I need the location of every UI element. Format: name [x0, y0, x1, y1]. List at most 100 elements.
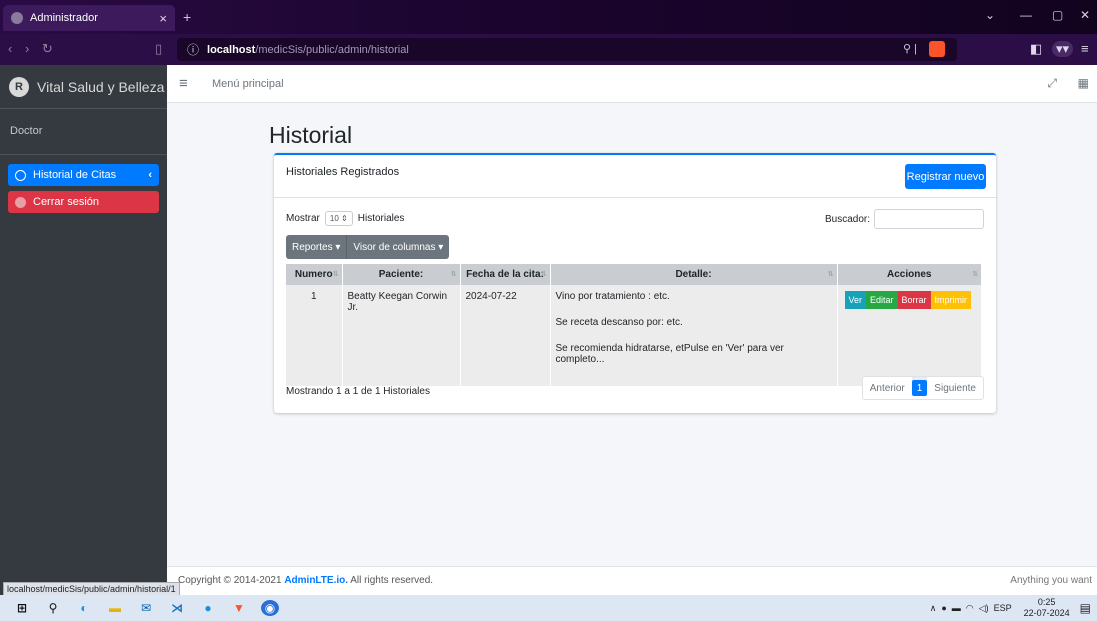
pagination: Anterior 1 Siguiente: [861, 376, 984, 400]
clock-icon: [15, 169, 26, 181]
logout-icon: [15, 196, 26, 208]
top-navbar: ≡ Menú principal ⤢ ▦: [167, 65, 1097, 103]
address-bar[interactable]: ⓘ localhost/medicSis/public/admin/histor…: [177, 38, 957, 61]
cell-acciones: Ver Editar Borrar Imprimir: [837, 285, 982, 386]
search-control: Buscador:: [825, 209, 984, 229]
historial-card: Historiales Registrados Registrar nuevo …: [274, 153, 996, 413]
editar-button[interactable]: Editar: [866, 291, 898, 309]
sidebar-item-label: Cerrar sesión: [33, 196, 100, 208]
fullscreen-icon[interactable]: ⤢: [1047, 76, 1057, 91]
brand-text: Vital Salud y Belleza: [37, 78, 165, 95]
col-detalle[interactable]: Detalle: ⇅: [550, 264, 838, 285]
brand-link[interactable]: R Vital Salud y Belleza: [0, 65, 167, 109]
mail-icon[interactable]: ✉: [137, 600, 155, 616]
battery-icon[interactable]: ▬: [952, 603, 961, 613]
sidebar-toggle-icon[interactable]: ◧: [1030, 41, 1042, 57]
site-info-icon[interactable]: ⓘ: [187, 41, 199, 58]
prev-page-button[interactable]: Anterior: [862, 377, 912, 399]
menu-principal-link[interactable]: Menú principal: [212, 78, 284, 90]
system-tray: ∧ ● ▬ ◠ ◁) ESP 0:25 22-07-2024 ▤: [930, 595, 1091, 621]
brave-shield-icon[interactable]: [929, 41, 945, 57]
brave-icon[interactable]: ▼: [230, 600, 248, 616]
tab-close-icon[interactable]: ×: [159, 11, 167, 26]
tray-chevron-icon[interactable]: ∧: [930, 603, 937, 614]
status-bar-url: localhost/medicSis/public/admin/historia…: [3, 582, 180, 596]
col-paciente[interactable]: Paciente: ⇅: [342, 264, 461, 285]
user-name[interactable]: Doctor: [10, 125, 42, 137]
detalle-line: Vino por tratamiento : etc.: [555, 291, 670, 302]
edge-icon[interactable]: ◐: [75, 600, 93, 616]
page-1-button[interactable]: 1: [911, 380, 928, 396]
brand-logo-icon: R: [9, 76, 29, 97]
page-length-control: Mostrar 10 ⇕ Historiales: [286, 211, 404, 226]
file-explorer-icon[interactable]: ▬: [106, 600, 124, 616]
minimize-icon[interactable]: —: [1020, 8, 1032, 22]
page-title: Historial: [269, 122, 353, 148]
cell-paciente: Beatty Keegan Corwin Jr.: [342, 285, 461, 386]
maximize-icon[interactable]: ▢: [1052, 8, 1063, 22]
col-fecha[interactable]: Fecha de la cita: ⇅: [460, 264, 551, 285]
sidebar-item-label: Historial de Citas: [33, 169, 117, 181]
imprimir-button[interactable]: Imprimir: [930, 291, 972, 309]
browser-toolbar: ‹ › ↻ ▯ ⓘ localhost/medicSis/public/admi…: [0, 34, 1097, 65]
cell-fecha: 2024-07-22: [460, 285, 551, 386]
search-icon[interactable]: ⚲ |: [903, 42, 917, 55]
reportes-button[interactable]: Reportes ▾: [286, 235, 348, 259]
registrar-nuevo-button[interactable]: Registrar nuevo: [905, 164, 986, 189]
mic-icon[interactable]: ●: [941, 603, 946, 613]
cell-numero: 1: [286, 285, 343, 386]
windows-taskbar: ⊞ ⚲ ◐ ▬ ✉ ⋊ ● ▼ ◉ ∧ ● ▬ ◠ ◁) ESP 0:25 22…: [0, 595, 1097, 621]
sidebar-item-cerrar-sesion[interactable]: Cerrar sesión: [8, 191, 159, 213]
col-numero[interactable]: Numero ⇅: [286, 264, 343, 285]
cell-detalle: Vino por tratamiento : etc. Se receta de…: [550, 285, 838, 386]
windows-start-icon[interactable]: ⊞: [13, 600, 31, 616]
language-indicator[interactable]: ESP: [994, 603, 1012, 613]
table-row: 1 Beatty Keegan Corwin Jr. 2024-07-22 Vi…: [286, 285, 982, 386]
tab-title: Administrador: [30, 12, 98, 24]
search-icon[interactable]: ⚲: [44, 600, 62, 616]
borrar-button[interactable]: Borrar: [897, 291, 931, 309]
browser-tabbar: Administrador × + ⌄ — ▢ ✕: [0, 0, 1097, 34]
visor-columnas-button[interactable]: Visor de columnas ▾: [347, 235, 450, 259]
table-header-row: Numero ⇅ Paciente: ⇅ Fecha de la cita: ⇅ De…: [286, 264, 982, 285]
browser-tab[interactable]: Administrador ×: [3, 5, 175, 31]
close-window-icon[interactable]: ✕: [1080, 8, 1090, 22]
tab-favicon-icon: [11, 12, 23, 24]
sidebar-item-historial-citas[interactable]: Historial de Citas ‹: [8, 164, 159, 186]
card-title: Historiales Registrados: [286, 166, 400, 178]
historial-table: Numero ⇅ Paciente: ⇅ Fecha de la cita: ⇅ De…: [286, 264, 982, 386]
url-path: /medicSis/public/admin/historial: [255, 43, 409, 56]
app-icon[interactable]: ●: [199, 600, 217, 616]
url-host: localhost: [207, 43, 256, 56]
reload-icon[interactable]: ↻: [42, 41, 53, 57]
forward-icon[interactable]: ›: [25, 41, 29, 56]
back-icon[interactable]: ‹: [8, 41, 12, 56]
chrome-icon[interactable]: ◉: [261, 600, 279, 616]
wallet-icon[interactable]: ▾▾: [1052, 41, 1074, 57]
search-input[interactable]: [874, 209, 984, 229]
table-info: Mostrando 1 a 1 de 1 Historiales: [286, 386, 430, 397]
chevron-left-icon: ‹: [148, 169, 152, 181]
footer: Copyright © 2014-2021 AdminLTE.io. All r…: [167, 566, 1097, 595]
notification-icon[interactable]: ▤: [1080, 601, 1091, 615]
clock[interactable]: 0:25 22-07-2024: [1024, 597, 1070, 619]
grid-icon[interactable]: ▦: [1078, 76, 1089, 90]
adminlte-link[interactable]: AdminLTE.io.: [284, 575, 348, 586]
page-length-select[interactable]: 10 ⇕: [324, 211, 353, 226]
volume-icon[interactable]: ◁): [979, 603, 989, 614]
wifi-icon[interactable]: ◠: [966, 603, 974, 614]
hamburger-icon[interactable]: ≡: [179, 75, 188, 92]
detalle-line: Se receta descanso por: etc.: [555, 317, 683, 328]
show-label: Mostrar: [286, 213, 320, 224]
next-page-button[interactable]: Siguiente: [927, 377, 983, 399]
col-acciones[interactable]: Acciones ⇅: [837, 264, 982, 285]
ver-button[interactable]: Ver: [844, 291, 867, 309]
footer-right-text: Anything you want: [1010, 575, 1092, 586]
browser-menu-icon[interactable]: ≡: [1081, 41, 1089, 56]
user-panel: Doctor: [0, 109, 167, 155]
sidebar: R Vital Salud y Belleza Doctor Historial…: [0, 65, 167, 595]
new-tab-button[interactable]: +: [183, 9, 191, 25]
tab-search-chevron-icon[interactable]: ⌄: [985, 8, 995, 22]
bookmark-icon[interactable]: ▯: [155, 41, 162, 57]
vscode-icon[interactable]: ⋊: [168, 600, 186, 616]
